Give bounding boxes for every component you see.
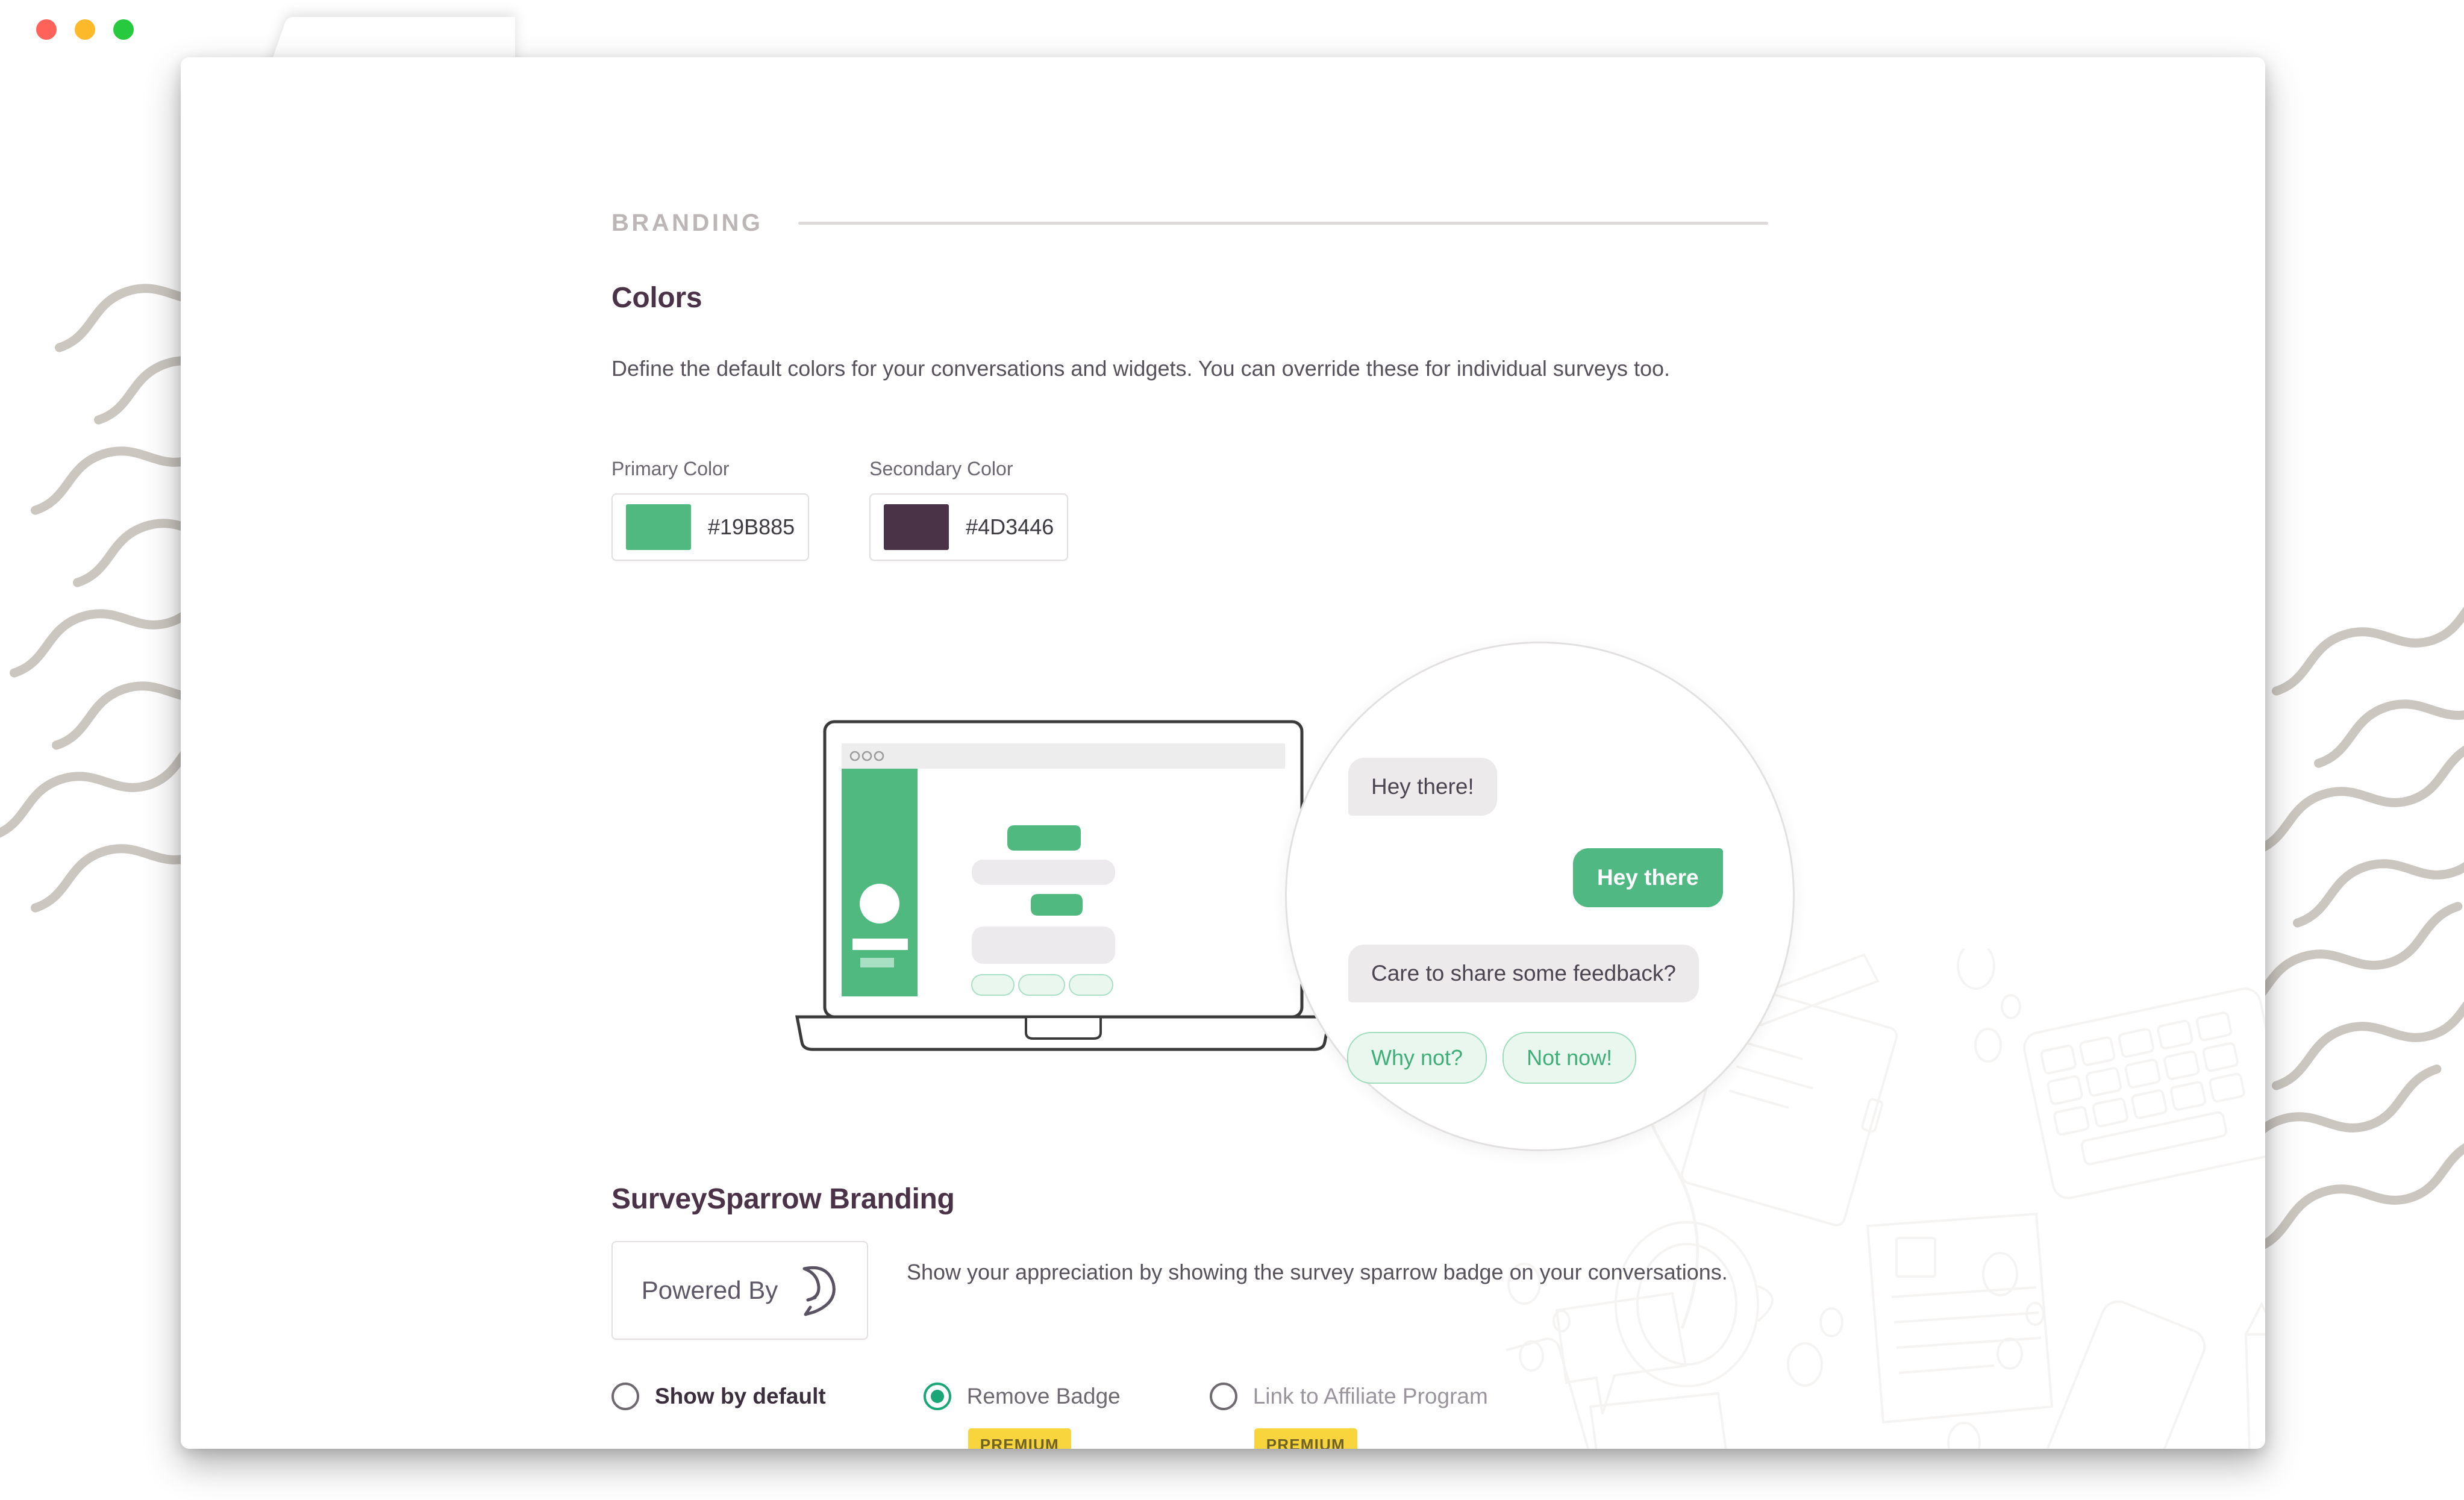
radio-indicator-show-by-default[interactable] [611,1383,639,1410]
colors-description: Define the default colors for your conve… [611,356,1671,381]
primary-color-group: Primary Color #19B885 [611,458,810,561]
section-header: BRANDING [611,210,1768,237]
section-divider [798,222,1768,225]
radio-indicator-remove-badge[interactable] [923,1383,951,1410]
mock-name-bar [852,939,908,950]
radio-dot-remove-badge [930,1390,944,1403]
secondary-color-chip[interactable] [884,504,949,550]
mock-avatar [860,884,899,923]
mock-quick-replies [971,974,1113,996]
powered-by-badge[interactable]: Powered By [611,1241,868,1340]
traffic-light-minimize[interactable] [75,19,95,40]
radio-label-affiliate-program: Link to Affiliate Program [1252,1384,1488,1408]
doodle-speech-bubble-2 [1589,1392,1727,1449]
branding-option-radio-group: Show by default Remove Badge PREMIUM Lin… [611,1383,1488,1449]
mock-subtitle-bar [860,958,894,967]
sparrow-logo-icon [802,1266,836,1316]
settings-content: BRANDING Colors Define the default color… [181,57,2265,1449]
radio-label-remove-badge: Remove Badge [966,1384,1121,1408]
primary-color-input[interactable]: #19B885 [611,493,810,561]
radio-label-show-by-default: Show by default [655,1384,826,1408]
doodle-phone [2045,1300,2206,1449]
chat-bubble-outgoing-1: Hey there [1573,848,1723,907]
color-swatch-row: Primary Color #19B885 Secondary Color #4… [611,458,1069,561]
surveysparrow-branding-description: Show your appreciation by showing the su… [907,1260,1728,1284]
secondary-color-group: Secondary Color #4D3446 [869,458,1069,561]
secondary-color-hex[interactable]: #4D3446 [966,514,1054,540]
primary-color-chip[interactable] [626,504,691,550]
browser-window-card: BRANDING Colors Define the default color… [181,57,2265,1449]
colors-heading: Colors [611,282,702,314]
secondary-color-input[interactable]: #4D3446 [869,493,1069,561]
chat-quick-reply-row: Why not? Not now! [1347,1032,1637,1084]
primary-color-label: Primary Color [611,458,730,480]
chat-bubble-incoming-2: Care to share some feedback? [1348,945,1699,1002]
premium-badge-remove-badge: PREMIUM [968,1428,1071,1449]
section-title: BRANDING [611,210,763,236]
premium-badge-affiliate-program: PREMIUM [1254,1428,1357,1449]
quick-reply-why-not[interactable]: Why not? [1347,1032,1487,1084]
doodle-speech-bubble-1 [1555,1292,1687,1414]
doodle-mug [1615,1221,1774,1387]
radio-option-remove-badge[interactable]: Remove Badge PREMIUM [923,1383,1121,1449]
chat-preview-magnifier: Hey there! Hey there Care to share some … [1285,642,1795,1151]
doodle-document [1866,1212,2054,1424]
radio-indicator-affiliate-program[interactable] [1209,1383,1237,1410]
radio-option-affiliate-program[interactable]: Link to Affiliate Program PREMIUM [1209,1383,1488,1449]
chat-bubble-incoming-1: Hey there! [1348,758,1497,816]
traffic-light-close[interactable] [36,19,57,40]
quick-reply-not-now[interactable]: Not now! [1502,1032,1637,1084]
doodle-pen [2244,1301,2265,1449]
traffic-light-maximize[interactable] [113,19,134,40]
powered-by-label: Powered By [641,1276,778,1304]
radio-option-show-by-default[interactable]: Show by default [611,1383,826,1410]
doodle-keyboard [2023,987,2265,1199]
laptop-preview-mockup [795,720,1332,1051]
secondary-color-label: Secondary Color [869,458,1013,480]
surveysparrow-branding-heading: SurveySparrow Branding [611,1183,955,1215]
primary-color-hex[interactable]: #19B885 [708,514,795,540]
